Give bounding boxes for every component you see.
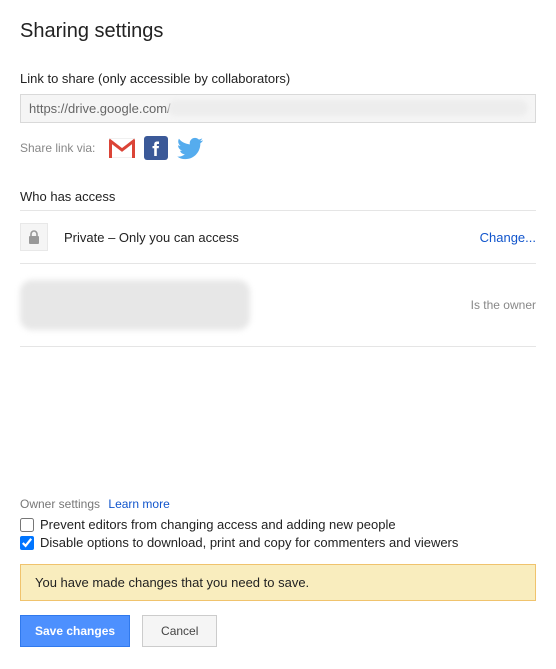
access-private-row: Private – Only you can access Change... xyxy=(20,211,536,264)
change-access-link[interactable]: Change... xyxy=(480,230,536,245)
owner-settings-label: Owner settings xyxy=(20,497,100,511)
prevent-editors-label: Prevent editors from changing access and… xyxy=(40,517,396,532)
gmail-icon[interactable] xyxy=(109,135,135,161)
disable-download-row[interactable]: Disable options to download, print and c… xyxy=(20,535,536,550)
unsaved-changes-notice: You have made changes that you need to s… xyxy=(20,564,536,601)
page-title: Sharing settings xyxy=(20,20,536,43)
redacted-owner xyxy=(20,280,250,330)
access-private-text: Private – Only you can access xyxy=(64,230,480,245)
learn-more-link[interactable]: Learn more xyxy=(108,497,169,511)
prevent-editors-row[interactable]: Prevent editors from changing access and… xyxy=(20,517,536,532)
share-via-label: Share link via: xyxy=(20,141,95,155)
save-changes-button[interactable]: Save changes xyxy=(20,615,130,647)
facebook-icon[interactable] xyxy=(143,135,169,161)
prevent-editors-checkbox[interactable] xyxy=(20,518,34,532)
disable-download-checkbox[interactable] xyxy=(20,536,34,550)
owner-row: Is the owner xyxy=(20,264,536,347)
disable-download-label: Disable options to download, print and c… xyxy=(40,535,458,550)
link-share-label: Link to share (only accessible by collab… xyxy=(20,71,536,86)
cancel-button[interactable]: Cancel xyxy=(142,615,217,647)
who-has-access-label: Who has access xyxy=(20,189,536,204)
owner-status: Is the owner xyxy=(471,298,536,312)
twitter-icon[interactable] xyxy=(177,135,203,161)
lock-icon xyxy=(20,223,48,251)
